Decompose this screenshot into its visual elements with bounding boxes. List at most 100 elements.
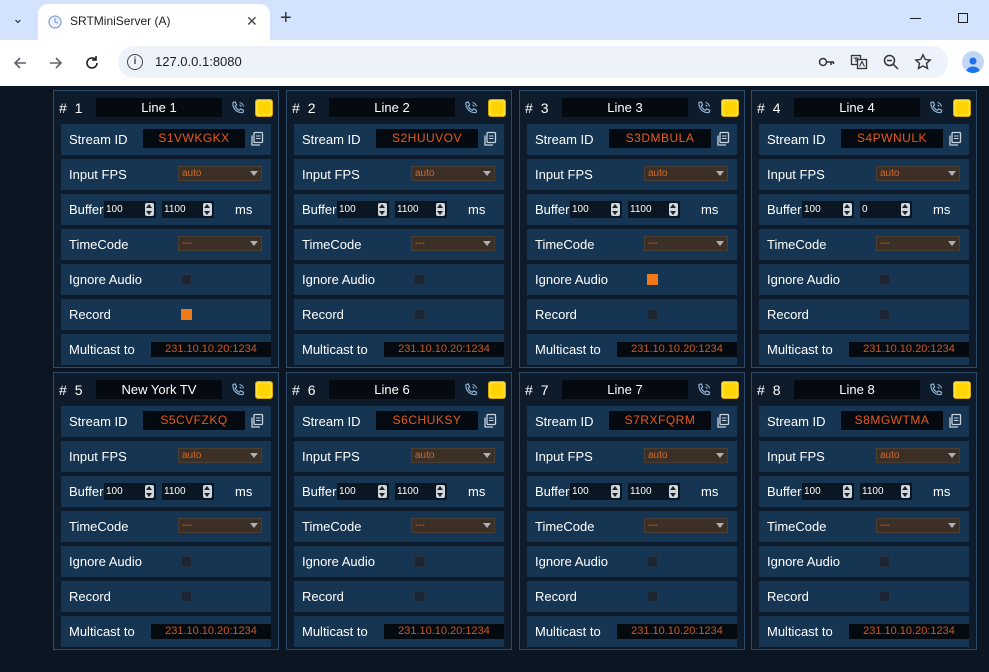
multicast-address-field[interactable]: 231.10.10.20:1234 [384,624,504,639]
status-indicator-yellow[interactable] [255,99,273,117]
phone-call-icon[interactable] [696,100,712,116]
new-tab-button[interactable]: + [280,7,292,30]
phone-call-icon[interactable] [463,100,479,116]
input-fps-select[interactable]: auto [644,448,728,463]
copy-icon[interactable] [948,131,962,147]
status-indicator-yellow[interactable] [721,381,739,399]
stream-id-value[interactable]: S8MGWTMA [841,411,943,430]
status-indicator-yellow[interactable] [953,381,971,399]
multicast-address-field[interactable]: 231.10.10.20:1234 [151,624,271,639]
record-checkbox[interactable] [879,309,890,320]
multicast-address-field[interactable]: 231.10.10.20:1234 [151,342,271,357]
spinner-arrows-icon[interactable] [843,203,852,216]
tab-search-button[interactable]: ⌄ [6,8,30,30]
line-name-field[interactable]: Line 8 [794,380,920,399]
buffer-max-input[interactable]: 0 [860,201,912,218]
spinner-arrows-icon[interactable] [669,485,678,498]
buffer-min-input[interactable]: 100 [802,201,854,218]
phone-call-icon[interactable] [230,100,246,116]
record-checkbox[interactable] [181,309,192,320]
copy-icon[interactable] [483,131,497,147]
ignore-audio-checkbox[interactable] [879,274,890,285]
input-fps-select[interactable]: auto [876,448,960,463]
stream-id-value[interactable]: S5CVFZKQ [143,411,245,430]
ignore-audio-checkbox[interactable] [181,556,192,567]
timecode-select[interactable]: --- [411,518,495,533]
buffer-max-input[interactable]: 1100 [162,201,214,218]
multicast-address-field[interactable]: 231.10.10.20:1234 [849,624,969,639]
address-bar[interactable]: i 127.0.0.1:8080 [118,46,948,78]
input-fps-select[interactable]: auto [178,166,262,181]
reload-button[interactable] [81,52,103,74]
stream-id-value[interactable]: S3DMBULA [609,129,711,148]
copy-icon[interactable] [948,413,962,429]
line-name-field[interactable]: Line 2 [329,98,455,117]
spinner-arrows-icon[interactable] [436,203,445,216]
phone-call-icon[interactable] [928,100,944,116]
key-icon[interactable] [818,53,836,71]
spinner-arrows-icon[interactable] [611,203,620,216]
ignore-audio-checkbox[interactable] [647,556,658,567]
input-fps-select[interactable]: auto [411,166,495,181]
stream-id-value[interactable]: S1VWKGKX [143,129,245,148]
status-indicator-yellow[interactable] [255,381,273,399]
line-name-field[interactable]: Line 7 [562,380,688,399]
buffer-min-input[interactable]: 100 [337,201,389,218]
input-fps-select[interactable]: auto [644,166,728,181]
site-info-icon[interactable]: i [127,54,143,70]
multicast-address-field[interactable]: 231.10.10.20:1234 [384,342,504,357]
line-name-field[interactable]: Line 4 [794,98,920,117]
translate-icon[interactable] [850,53,868,71]
back-button[interactable] [9,52,31,74]
multicast-address-field[interactable]: 231.10.10.20:1234 [617,624,737,639]
window-maximize-button[interactable] [958,13,968,23]
record-checkbox[interactable] [879,591,890,602]
stream-id-value[interactable]: S2HUUVOV [376,129,478,148]
record-checkbox[interactable] [647,591,658,602]
record-checkbox[interactable] [647,309,658,320]
timecode-select[interactable]: --- [876,236,960,251]
line-name-field[interactable]: Line 6 [329,380,455,399]
spinner-arrows-icon[interactable] [378,485,387,498]
line-name-field[interactable]: New York TV [96,380,222,399]
bookmark-star-icon[interactable] [914,53,932,71]
timecode-select[interactable]: --- [411,236,495,251]
copy-icon[interactable] [716,131,730,147]
record-checkbox[interactable] [181,591,192,602]
timecode-select[interactable]: --- [178,518,262,533]
spinner-arrows-icon[interactable] [145,485,154,498]
ignore-audio-checkbox[interactable] [181,274,192,285]
buffer-max-input[interactable]: 1100 [162,483,214,500]
buffer-min-input[interactable]: 100 [570,483,622,500]
spinner-arrows-icon[interactable] [203,203,212,216]
ignore-audio-checkbox[interactable] [414,556,425,567]
multicast-address-field[interactable]: 231.10.10.20:1234 [617,342,737,357]
line-name-field[interactable]: Line 3 [562,98,688,117]
spinner-arrows-icon[interactable] [843,485,852,498]
copy-icon[interactable] [483,413,497,429]
buffer-max-input[interactable]: 1100 [860,483,912,500]
copy-icon[interactable] [250,131,264,147]
input-fps-select[interactable]: auto [876,166,960,181]
buffer-max-input[interactable]: 1100 [395,201,447,218]
buffer-max-input[interactable]: 1100 [395,483,447,500]
timecode-select[interactable]: --- [178,236,262,251]
spinner-arrows-icon[interactable] [901,485,910,498]
status-indicator-yellow[interactable] [721,99,739,117]
phone-call-icon[interactable] [463,382,479,398]
line-name-field[interactable]: Line 1 [96,98,222,117]
input-fps-select[interactable]: auto [178,448,262,463]
buffer-max-input[interactable]: 1100 [628,483,680,500]
stream-id-value[interactable]: S7RXFQRM [609,411,711,430]
status-indicator-yellow[interactable] [488,99,506,117]
stream-id-value[interactable]: S6CHUKSY [376,411,478,430]
spinner-arrows-icon[interactable] [378,203,387,216]
spinner-arrows-icon[interactable] [436,485,445,498]
buffer-min-input[interactable]: 100 [104,201,156,218]
timecode-select[interactable]: --- [644,518,728,533]
tab-close-icon[interactable]: ✕ [246,13,258,30]
browser-tab[interactable]: SRTMiniServer (A) ✕ [38,4,270,40]
timecode-select[interactable]: --- [644,236,728,251]
spinner-arrows-icon[interactable] [669,203,678,216]
buffer-min-input[interactable]: 100 [802,483,854,500]
